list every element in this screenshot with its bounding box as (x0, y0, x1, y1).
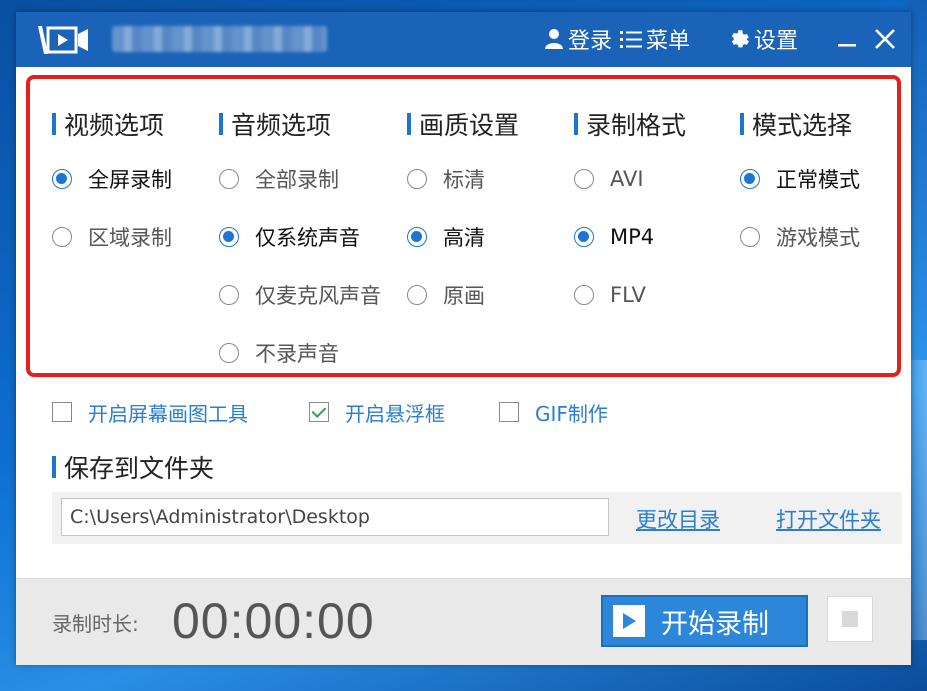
checkbox-box-icon (309, 402, 329, 422)
checkbox-floating-window[interactable]: 开启悬浮框 (309, 398, 445, 426)
radio-normal-mode[interactable]: 正常模式 (740, 164, 860, 194)
radio-label: 高清 (443, 226, 485, 250)
gear-icon (731, 30, 749, 48)
radio-circle-icon (407, 169, 427, 189)
record-format-header: 录制格式 (574, 107, 686, 141)
radio-region-record[interactable]: 区域录制 (52, 222, 172, 252)
audio-options-header: 音频选项 (219, 107, 331, 141)
radio-circle-icon (574, 227, 594, 247)
stop-icon (842, 611, 858, 627)
radio-circle-icon (52, 169, 72, 189)
header-accent-bar (407, 113, 411, 135)
login-button[interactable]: 登录 (544, 24, 612, 54)
record-format-label: 录制格式 (586, 111, 687, 140)
change-directory-link[interactable]: 更改目录 (636, 504, 720, 534)
audio-options-label: 音频选项 (231, 111, 332, 140)
radio-circle-icon (740, 227, 760, 247)
stop-record-button[interactable] (827, 596, 873, 642)
menu-button[interactable]: 菜单 (620, 24, 690, 54)
radio-label: 不录声音 (255, 342, 339, 366)
radio-label: 仅麦克风声音 (255, 284, 381, 308)
radio-no-audio[interactable]: 不录声音 (219, 338, 339, 368)
open-folder-link[interactable]: 打开文件夹 (776, 504, 881, 534)
duration-value: 00:00:00 (172, 593, 375, 649)
minimize-icon (838, 44, 856, 47)
radio-circle-icon (52, 227, 72, 247)
app-title-blurred (112, 26, 327, 52)
radio-label: 区域录制 (88, 226, 172, 250)
radio-circle-icon (219, 343, 239, 363)
checkbox-box-icon (52, 402, 72, 422)
radio-circle-icon (407, 227, 427, 247)
radio-circle-icon (219, 285, 239, 305)
save-path-value: C:\Users\Administrator\Desktop (70, 506, 370, 528)
radio-label: 原画 (443, 284, 485, 308)
video-options-label: 视频选项 (64, 111, 165, 140)
radio-label: 标清 (443, 168, 485, 192)
radio-circle-icon (574, 169, 594, 189)
radio-label: 全部录制 (255, 168, 339, 192)
radio-circle-icon (407, 285, 427, 305)
start-record-button[interactable]: 开始录制 (601, 595, 808, 647)
radio-fullscreen-record[interactable]: 全屏录制 (52, 164, 172, 194)
settings-label: 设置 (754, 29, 799, 54)
radio-circle-icon (574, 285, 594, 305)
save-folder-label: 保存到文件夹 (64, 454, 215, 483)
user-icon (545, 29, 563, 49)
play-icon (613, 605, 645, 637)
header-accent-bar (52, 113, 56, 135)
radio-label: MP4 (610, 225, 655, 249)
radio-label: AVI (610, 167, 644, 191)
list-icon (620, 31, 642, 48)
radio-microphone-only[interactable]: 仅麦克风声音 (219, 280, 381, 310)
radio-system-audio-only[interactable]: 仅系统声音 (219, 222, 360, 252)
start-record-label: 开始录制 (661, 608, 769, 640)
mode-select-label: 模式选择 (752, 111, 853, 140)
radio-label: 仅系统声音 (255, 226, 360, 250)
quality-settings-label: 画质设置 (419, 111, 520, 140)
radio-label: FLV (610, 283, 646, 307)
header-accent-bar (52, 456, 56, 478)
checkbox-box-icon (499, 402, 519, 422)
radio-label: 正常模式 (776, 168, 860, 192)
radio-record-all-audio[interactable]: 全部录制 (219, 164, 339, 194)
radio-format-mp4[interactable]: MP4 (574, 222, 654, 252)
recorder-window: 登录 菜单 设置 视频选项 音频选项 画质设置 录制格式 模式选择 全屏录制 区… (16, 12, 911, 665)
radio-format-flv[interactable]: FLV (574, 280, 646, 310)
radio-circle-icon (219, 227, 239, 247)
settings-button[interactable]: 设置 (728, 24, 798, 54)
radio-quality-hd[interactable]: 高清 (407, 222, 485, 252)
radio-circle-icon (219, 169, 239, 189)
menu-label: 菜单 (646, 29, 691, 54)
video-options-header: 视频选项 (52, 107, 164, 141)
checkbox-gif-make[interactable]: GIF制作 (499, 398, 608, 426)
checkbox-label: 开启屏幕画图工具 (88, 401, 248, 426)
login-label: 登录 (568, 29, 613, 54)
close-icon (875, 29, 895, 49)
header-accent-bar (740, 113, 744, 135)
minimize-button[interactable] (834, 26, 860, 52)
quality-settings-header: 画质设置 (407, 107, 519, 141)
checkbox-screen-draw-tool[interactable]: 开启屏幕画图工具 (52, 398, 248, 426)
radio-format-avi[interactable]: AVI (574, 164, 644, 194)
radio-label: 游戏模式 (776, 226, 860, 250)
radio-quality-original[interactable]: 原画 (407, 280, 485, 310)
save-path-input[interactable]: C:\Users\Administrator\Desktop (61, 498, 609, 536)
title-bar[interactable]: 登录 菜单 设置 (16, 12, 911, 67)
radio-quality-sd[interactable]: 标清 (407, 164, 485, 194)
app-logo-icon (34, 22, 92, 58)
mode-select-header: 模式选择 (740, 107, 852, 141)
checkbox-label: 开启悬浮框 (345, 401, 445, 426)
radio-game-mode[interactable]: 游戏模式 (740, 222, 860, 252)
checkbox-label: GIF制作 (535, 401, 608, 426)
close-button[interactable] (872, 26, 898, 52)
duration-label: 录制时长: (52, 612, 139, 636)
header-accent-bar (574, 113, 578, 135)
save-folder-header: 保存到文件夹 (52, 450, 214, 484)
radio-label: 全屏录制 (88, 168, 172, 192)
header-accent-bar (219, 113, 223, 135)
radio-circle-icon (740, 169, 760, 189)
